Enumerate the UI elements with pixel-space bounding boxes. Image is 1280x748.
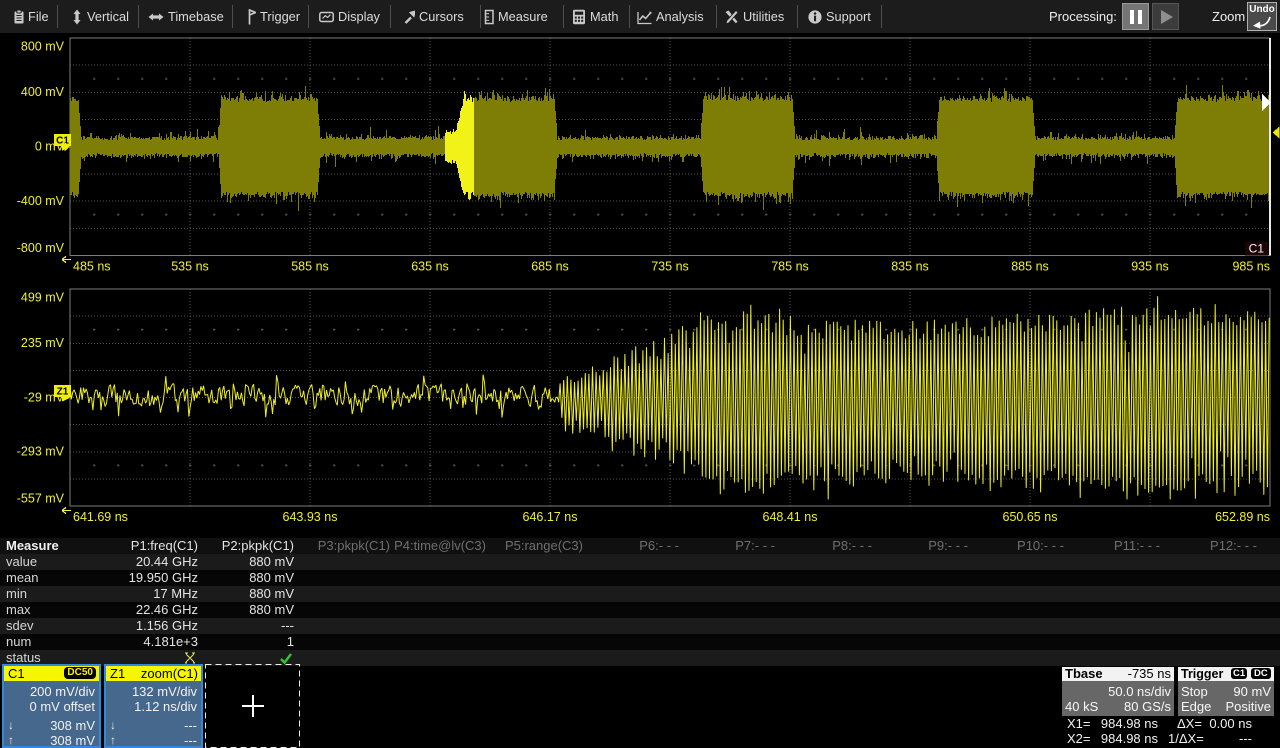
svg-text:585 ns: 585 ns [291, 260, 329, 274]
svg-text:835 ns: 835 ns [891, 260, 929, 274]
svg-text:935 ns: 935 ns [1131, 260, 1169, 274]
svg-text:985 ns: 985 ns [1232, 260, 1270, 274]
svg-text:499 mV: 499 mV [21, 290, 65, 304]
svg-text:485 ns: 485 ns [73, 260, 111, 274]
svg-text:648.41 ns: 648.41 ns [763, 510, 818, 524]
svg-text:641.69 ns: 641.69 ns [73, 510, 128, 524]
svg-text:400 mV: 400 mV [21, 85, 65, 99]
svg-text:535 ns: 535 ns [171, 260, 209, 274]
svg-text:685 ns: 685 ns [531, 260, 569, 274]
svg-text:652.89 ns: 652.89 ns [1215, 510, 1270, 524]
svg-text:646.17 ns: 646.17 ns [523, 510, 578, 524]
svg-text:785 ns: 785 ns [771, 260, 809, 274]
svg-text:735 ns: 735 ns [651, 260, 689, 274]
svg-text:-557 mV: -557 mV [17, 491, 65, 505]
svg-text:-293 mV: -293 mV [17, 444, 65, 458]
svg-text:-800 mV: -800 mV [17, 241, 65, 255]
svg-text:643.93 ns: 643.93 ns [283, 510, 338, 524]
svg-text:885 ns: 885 ns [1011, 260, 1049, 274]
svg-text:800 mV: 800 mV [21, 39, 65, 53]
svg-text:-400 mV: -400 mV [17, 194, 65, 208]
svg-text:235 mV: 235 mV [21, 336, 65, 350]
svg-text:C1: C1 [1249, 242, 1265, 256]
svg-text:650.65 ns: 650.65 ns [1003, 510, 1058, 524]
svg-text:635 ns: 635 ns [411, 260, 449, 274]
